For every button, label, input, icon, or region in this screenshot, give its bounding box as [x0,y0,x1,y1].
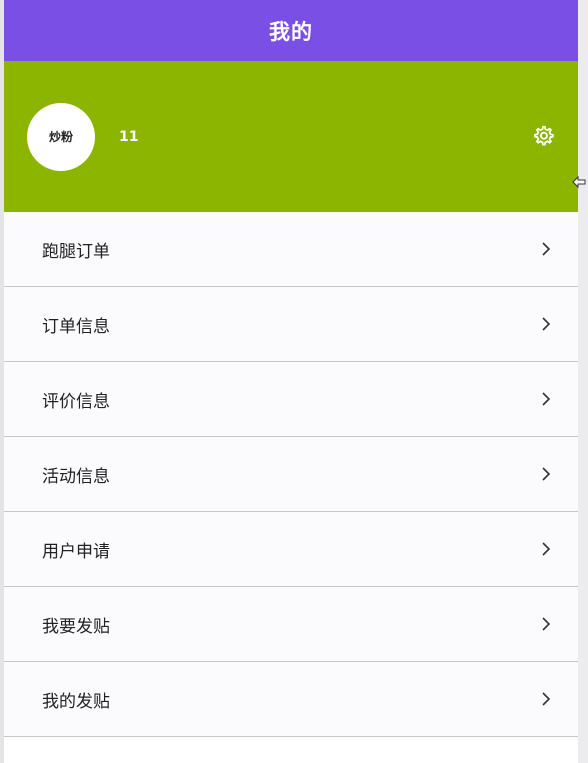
chevron-right-icon [542,692,551,706]
chevron-right-icon [542,542,551,556]
my-page: 我的 炒粉 11 跑腿订单 订单信息 评价信息 活动信息 用户申请 我要发贴 我… [4,0,578,763]
menu-item-errand-orders[interactable]: 跑腿订单 [4,212,578,287]
chevron-right-icon [542,617,551,631]
menu-item-create-post[interactable]: 我要发贴 [4,587,578,662]
chevron-right-icon [542,467,551,481]
menu-item-user-application[interactable]: 用户申请 [4,512,578,587]
gear-icon[interactable] [532,125,554,147]
menu-list: 跑腿订单 订单信息 评价信息 活动信息 用户申请 我要发贴 我的发贴 [4,212,578,737]
menu-item-review-info[interactable]: 评价信息 [4,362,578,437]
menu-item-label: 跑腿订单 [42,241,110,262]
chevron-right-icon [542,242,551,256]
menu-item-activity-info[interactable]: 活动信息 [4,437,578,512]
chevron-right-icon [542,392,551,406]
profile-section: 炒粉 11 [4,61,578,212]
menu-item-label: 用户申请 [42,541,110,562]
menu-item-order-info[interactable]: 订单信息 [4,287,578,362]
window-edge [578,0,588,763]
page-header: 我的 [4,0,578,61]
user-name: 11 [119,128,139,145]
page-title: 我的 [269,19,313,44]
avatar[interactable]: 炒粉 [27,102,95,171]
menu-item-label: 活动信息 [42,466,110,487]
menu-item-label: 我要发贴 [42,616,110,637]
menu-item-label: 我的发贴 [42,691,110,712]
menu-item-label: 评价信息 [42,391,110,412]
menu-item-label: 订单信息 [42,316,110,337]
menu-item-my-posts[interactable]: 我的发贴 [4,662,578,737]
app-screen: 我的 炒粉 11 跑腿订单 订单信息 评价信息 活动信息 用户申请 我要发贴 我… [0,0,588,763]
chevron-right-icon [542,317,551,331]
resize-cursor-icon [572,175,586,189]
avatar-text: 炒粉 [48,130,73,144]
